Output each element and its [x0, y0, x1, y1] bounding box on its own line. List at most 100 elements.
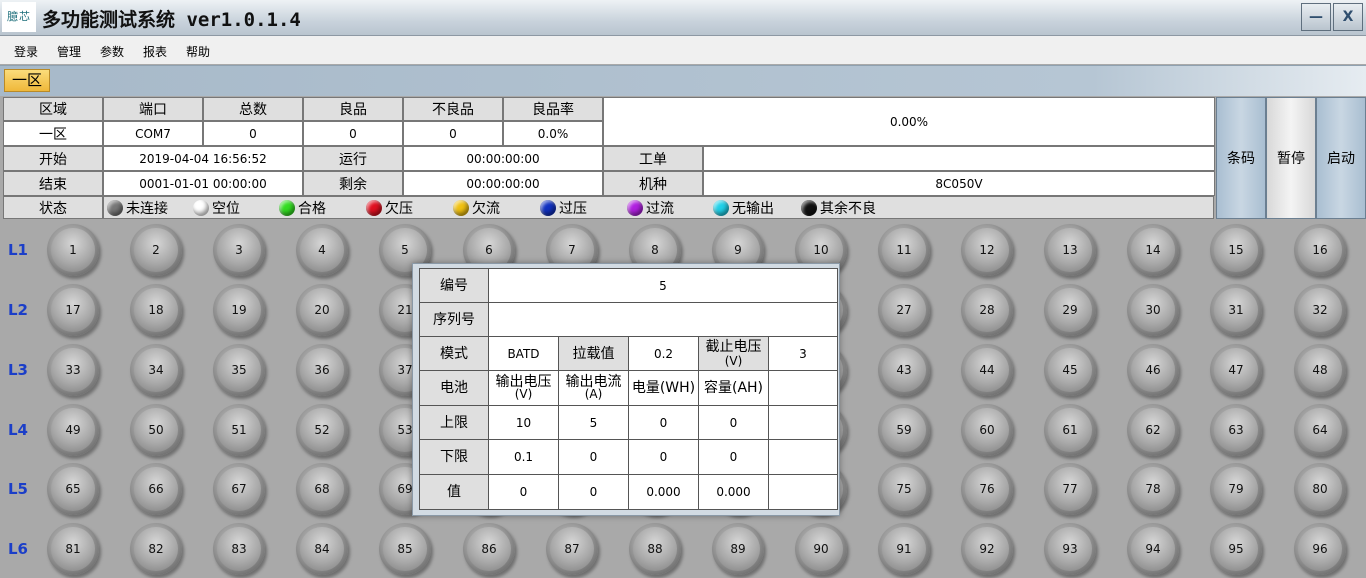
defective-value: 0 — [403, 121, 503, 146]
channel-button[interactable]: 45 — [1044, 344, 1096, 396]
channel-button[interactable]: 61 — [1044, 404, 1096, 456]
channel-button[interactable]: 63 — [1210, 404, 1262, 456]
channel-button[interactable]: 19 — [213, 284, 265, 336]
minimize-button[interactable]: — — [1301, 3, 1331, 31]
channel-button[interactable]: 4 — [296, 224, 348, 276]
popup-load-value: 0.2 — [628, 336, 699, 371]
channel-button[interactable]: 44 — [961, 344, 1013, 396]
channel-button[interactable]: 46 — [1127, 344, 1179, 396]
channel-button[interactable]: 86 — [463, 523, 515, 575]
model-label: 机种 — [603, 171, 703, 196]
popup-col-empty — [768, 370, 838, 406]
channel-button[interactable]: 16 — [1294, 224, 1346, 276]
channel-button[interactable]: 78 — [1127, 463, 1179, 515]
channel-button[interactable]: 2 — [130, 224, 182, 276]
channel-button[interactable]: 3 — [213, 224, 265, 276]
channel-button[interactable]: 66 — [130, 463, 182, 515]
channel-button[interactable]: 51 — [213, 404, 265, 456]
channel-button[interactable]: 17 — [47, 284, 99, 336]
channel-button[interactable]: 52 — [296, 404, 348, 456]
channel-button[interactable]: 87 — [546, 523, 598, 575]
channel-button[interactable]: 20 — [296, 284, 348, 336]
channel-button[interactable]: 43 — [878, 344, 930, 396]
channel-button[interactable]: 65 — [47, 463, 99, 515]
menu-reports[interactable]: 报表 — [143, 43, 167, 60]
channel-button[interactable]: 47 — [1210, 344, 1262, 396]
channel-button[interactable]: 49 — [47, 404, 99, 456]
channel-button[interactable]: 15 — [1210, 224, 1262, 276]
channel-number: 75 — [896, 482, 912, 496]
status-dot-icon — [627, 200, 643, 216]
menu-help[interactable]: 帮助 — [186, 43, 210, 60]
channel-button[interactable]: 48 — [1294, 344, 1346, 396]
channel-button[interactable]: 77 — [1044, 463, 1096, 515]
header-good: 良品 — [303, 97, 403, 121]
channel-button[interactable]: 68 — [296, 463, 348, 515]
channel-number: 85 — [397, 542, 413, 556]
tab-zone-1[interactable]: 一区 — [4, 69, 50, 92]
barcode-button[interactable]: 条码 — [1216, 97, 1266, 219]
channel-number: 67 — [231, 482, 247, 496]
channel-number: 59 — [896, 423, 912, 437]
channel-button[interactable]: 31 — [1210, 284, 1262, 336]
channel-button[interactable]: 95 — [1210, 523, 1262, 575]
channel-button[interactable]: 64 — [1294, 404, 1346, 456]
channel-button[interactable]: 60 — [961, 404, 1013, 456]
channel-button[interactable]: 14 — [1127, 224, 1179, 276]
channel-button[interactable]: 27 — [878, 284, 930, 336]
close-button[interactable]: X — [1333, 3, 1363, 31]
row-label-l4: L4 — [8, 421, 28, 439]
channel-button[interactable]: 96 — [1294, 523, 1346, 575]
channel-button[interactable]: 59 — [878, 404, 930, 456]
channel-button[interactable]: 29 — [1044, 284, 1096, 336]
channel-button[interactable]: 12 — [961, 224, 1013, 276]
channel-button[interactable]: 76 — [961, 463, 1013, 515]
channel-button[interactable]: 89 — [712, 523, 764, 575]
channel-button[interactable]: 33 — [47, 344, 99, 396]
channel-button[interactable]: 84 — [296, 523, 348, 575]
channel-number: 79 — [1228, 482, 1244, 496]
channel-button[interactable]: 82 — [130, 523, 182, 575]
channel-number: 15 — [1228, 243, 1244, 257]
popup-cutoff-value: 3 — [768, 336, 838, 371]
channel-button[interactable]: 18 — [130, 284, 182, 336]
status-dot-icon — [453, 200, 469, 216]
channel-button[interactable]: 85 — [379, 523, 431, 575]
menu-params[interactable]: 参数 — [100, 43, 124, 60]
legend-undervoltage: 欠压 — [366, 199, 413, 217]
channel-number: 45 — [1062, 363, 1078, 377]
channel-button[interactable]: 1 — [47, 224, 99, 276]
channel-button[interactable]: 91 — [878, 523, 930, 575]
channel-button[interactable]: 28 — [961, 284, 1013, 336]
channel-button[interactable]: 30 — [1127, 284, 1179, 336]
end-label: 结束 — [3, 171, 103, 196]
menu-login[interactable]: 登录 — [14, 43, 38, 60]
channel-button[interactable]: 13 — [1044, 224, 1096, 276]
work-order-field[interactable] — [703, 146, 1215, 171]
channel-button[interactable]: 92 — [961, 523, 1013, 575]
channel-button[interactable]: 67 — [213, 463, 265, 515]
channel-button[interactable]: 50 — [130, 404, 182, 456]
channel-button[interactable]: 88 — [629, 523, 681, 575]
status-dot-icon — [713, 200, 729, 216]
menu-bar: 登录 管理 参数 报表 帮助 — [0, 36, 1366, 64]
channel-number: 51 — [231, 423, 247, 437]
channel-button[interactable]: 94 — [1127, 523, 1179, 575]
channel-button[interactable]: 93 — [1044, 523, 1096, 575]
pause-button[interactable]: 暂停 — [1266, 97, 1316, 219]
channel-button[interactable]: 35 — [213, 344, 265, 396]
channel-button[interactable]: 75 — [878, 463, 930, 515]
channel-button[interactable]: 83 — [213, 523, 265, 575]
run-time: 00:00:00:00 — [403, 146, 603, 171]
menu-manage[interactable]: 管理 — [57, 43, 81, 60]
channel-button[interactable]: 34 — [130, 344, 182, 396]
start-button[interactable]: 启动 — [1316, 97, 1366, 219]
channel-button[interactable]: 80 — [1294, 463, 1346, 515]
channel-button[interactable]: 62 — [1127, 404, 1179, 456]
channel-button[interactable]: 79 — [1210, 463, 1262, 515]
channel-button[interactable]: 36 — [296, 344, 348, 396]
channel-button[interactable]: 32 — [1294, 284, 1346, 336]
channel-button[interactable]: 81 — [47, 523, 99, 575]
channel-button[interactable]: 90 — [795, 523, 847, 575]
channel-button[interactable]: 11 — [878, 224, 930, 276]
